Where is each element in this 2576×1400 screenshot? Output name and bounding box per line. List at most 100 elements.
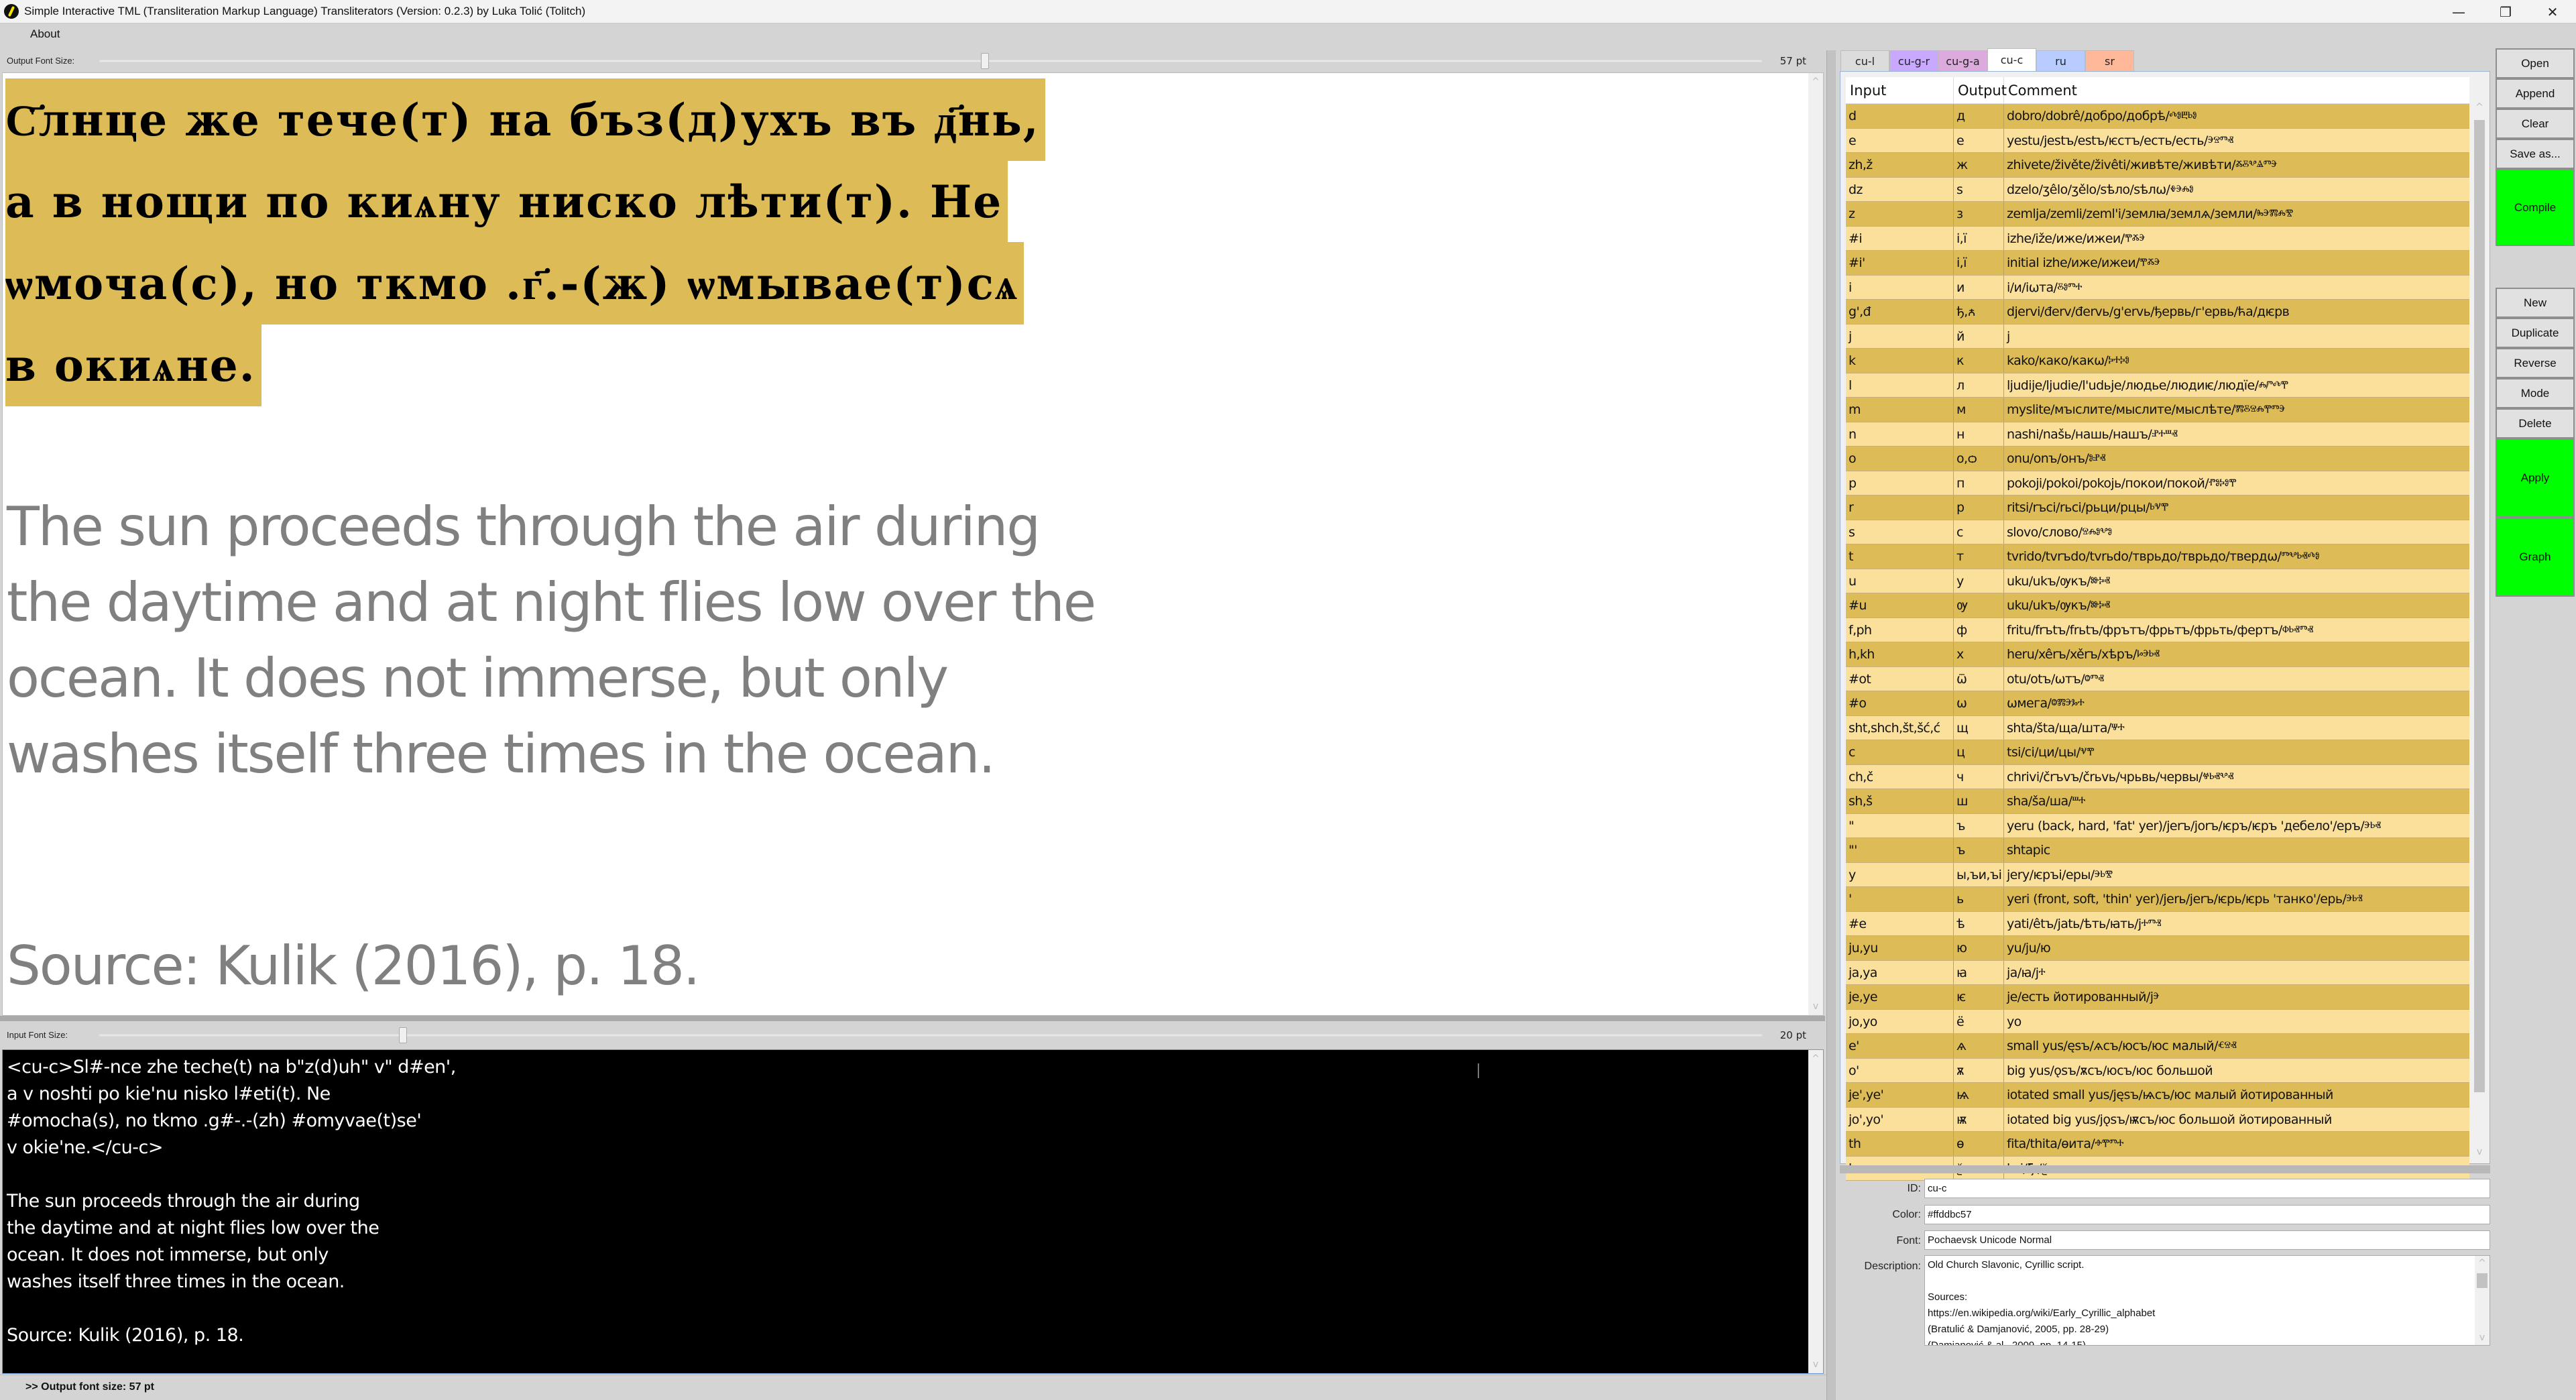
table-row[interactable]: #i' і,ї initial izhe/иже/ижеи/ⰹⰶⰵ (1846, 251, 2469, 276)
scroll-down-icon[interactable]: v (1808, 999, 1823, 1014)
cell-output[interactable]: ѕ (1954, 177, 2004, 201)
cell-output[interactable]: ш (1954, 789, 2004, 813)
description-field[interactable]: Old Church Slavonic, Cyrillic script. So… (1924, 1255, 2490, 1346)
cell-comment[interactable]: iotated big yus/jǫsъ/ѭсъ/юс большой йоти… (2004, 1108, 2469, 1132)
table-row[interactable]: u у uku/ukъ/ѹкъ/ⱆⰽⱏ (1846, 569, 2469, 593)
cell-input[interactable]: ' (1846, 887, 1954, 911)
apply-button[interactable]: Apply (2496, 439, 2575, 518)
cell-output[interactable]: с (1954, 520, 2004, 544)
cell-input[interactable]: t (1846, 544, 1954, 569)
cell-input[interactable]: ja,ya (1846, 960, 1954, 984)
cell-output[interactable]: ъ (1954, 813, 2004, 837)
cell-comment[interactable]: slovo/слово/ⱄⰾⱁⰲⱁ (2004, 520, 2469, 544)
table-row[interactable]: " ъ yeru (back, hard, 'fat' yer)/jerъ/jorъ… (1846, 813, 2469, 838)
cell-comment[interactable]: jery/ѥръі/еры/ⰵⱃⰺ (2004, 863, 2469, 887)
cell-comment[interactable]: chrivi/črъvъ/črьvь/чрьвь/червы/ⱍⱃⱏⰲⱏ (2004, 765, 2469, 789)
cell-output[interactable]: м (1954, 398, 2004, 422)
cell-comment[interactable]: uku/ukъ/ѹкъ/ⱆⰽⱏ (2004, 569, 2469, 593)
cell-comment[interactable]: yo (2004, 1010, 2469, 1034)
table-row[interactable]: dz ѕ dzelo/ʒêlo/ʒělo/ѕѣло/ѕѣлѡ/ⰷⰵⰾⱁ (1846, 177, 2469, 202)
cell-output[interactable]: ю (1954, 936, 2004, 960)
cell-comment[interactable]: shta/šta/ща/шта/ⱋⰰ (2004, 716, 2469, 740)
cell-comment[interactable]: myslite/мъıслите/мыслите/мыслѣте/ⰿⰻⱄⰾⰹⱅⰵ (2004, 398, 2469, 422)
cell-input[interactable]: p (1846, 471, 1954, 495)
cell-comment[interactable]: onu/onъ/онъ/ⱁⱀⱏ (2004, 447, 2469, 471)
cell-output[interactable]: ѹ (1954, 593, 2004, 618)
output-font-size-slider[interactable] (99, 53, 1762, 69)
table-row[interactable]: e' ѧ small yus/ęsъ/ѧсъ/юсъ/юс малый/ⱔⱄⱏ (1846, 1034, 2469, 1059)
cell-comment[interactable]: kako/како/какѡ/ⰽⰰⰽⱁ (2004, 349, 2469, 373)
duplicate-button[interactable]: Duplicate (2496, 318, 2575, 348)
table-row[interactable]: o' ѫ big yus/ǫsъ/ѫсъ/юсъ/юс большой (1846, 1058, 2469, 1083)
cell-input[interactable]: jo',yo' (1846, 1107, 1954, 1131)
cell-output[interactable]: ѭ (1954, 1107, 2004, 1131)
cell-input[interactable]: jo,yo (1846, 1009, 1954, 1033)
output-font-size-slider-thumb[interactable] (981, 53, 990, 69)
table-row[interactable]: #u ѹ uku/ukъ/ѹкъ/ⱆⰽⱏ (1846, 593, 2469, 618)
table-row[interactable]: l л ljudije/ljudie/l'udьje/людье/людиѥ/люд… (1846, 373, 2469, 398)
cell-comment[interactable]: zhivete/živěte/živêti/живѣте/живѣти/ⰶⰻⰲⱑ… (2004, 153, 2469, 177)
horizontal-splitter[interactable] (0, 1016, 1825, 1021)
cell-output[interactable]: п (1954, 471, 2004, 495)
scroll-up-icon[interactable]: ^ (1808, 1051, 1823, 1066)
cell-comment[interactable]: dobro/dobrê/добро/добрѣ/ⰴⱁⰱⱃⱁ (2004, 104, 2469, 128)
table-row[interactable]: #i і,ї izhe/iže/иже/ижеи/ⰹⰶⰵ (1846, 226, 2469, 251)
scroll-up-icon[interactable]: ^ (2472, 100, 2487, 115)
cell-output[interactable]: ѥ (1954, 985, 2004, 1009)
cell-input[interactable]: e (1846, 128, 1954, 152)
table-row[interactable]: ju,yu ю yu/ju/ю (1846, 936, 2469, 961)
cell-comment[interactable]: ѡмега/ⱉⰿⰵⰳⰰ (2004, 691, 2469, 715)
append-button[interactable]: Append (2496, 78, 2575, 109)
table-row[interactable]: ch,č ч chrivi/črъvъ/črьvь/чрьвь/червы/ⱍⱃⱏⰲ… (1846, 764, 2469, 789)
cell-input[interactable]: h,kh (1846, 642, 1954, 666)
cell-output[interactable]: і,ї (1954, 226, 2004, 250)
cell-comment[interactable]: yu/ju/ю (2004, 936, 2469, 960)
table-row[interactable]: z з zemlja/zemli/zeml'i/землꙗ/землѧ/земли/… (1846, 202, 2469, 227)
cell-output[interactable]: ѫ (1954, 1058, 2004, 1082)
table-row[interactable]: h,kh х heru/xêrъ/xěrъ/хѣръ/ⱈⰵⱃⱏ (1846, 642, 2469, 667)
cell-input[interactable]: n (1846, 422, 1954, 446)
table-row[interactable]: je,ye ѥ je/есть йотированный/jⰵ (1846, 985, 2469, 1010)
cell-input[interactable]: u (1846, 569, 1954, 593)
cell-comment[interactable]: iotated small yus/jęsъ/ѩсъ/юс малый йоти… (2004, 1083, 2469, 1107)
table-row[interactable]: f,ph ф fritu/frъtъ/frьtъ/фрътъ/фрьтъ/фрьть… (1846, 618, 2469, 642)
table-row[interactable]: i и i/и/iωта/ⰻⱁⱅⰰ (1846, 275, 2469, 300)
table-row[interactable]: jo,yo ё yo (1846, 1009, 2469, 1034)
cell-comment[interactable]: djervi/đerv/đervь/g'ervь/ђервь/г'ервь/ћа… (2004, 300, 2469, 324)
cell-output[interactable]: ѧ (1954, 1034, 2004, 1058)
cell-input[interactable]: d (1846, 104, 1954, 128)
tab-cu-g-a[interactable]: cu-g-a (1938, 50, 1987, 71)
cell-comment[interactable]: i/и/iωта/ⰻⱁⱅⰰ (2004, 276, 2469, 300)
cell-input[interactable]: ch,č (1846, 764, 1954, 789)
cell-output[interactable]: л (1954, 373, 2004, 397)
scroll-down-icon[interactable]: v (1808, 1357, 1823, 1372)
cell-output[interactable]: з (1954, 202, 2004, 226)
cell-output[interactable]: ѿ (1954, 666, 2004, 691)
scroll-down-icon[interactable]: v (2475, 1330, 2490, 1345)
cell-input[interactable]: #i' (1846, 251, 1954, 275)
table-row[interactable]: r р ritsi/rъci/rьci/рьци/рцы/ⱃⱌⰹ (1846, 495, 2469, 520)
cell-comment[interactable]: sha/ša/ша/ⱎⰰ (2004, 789, 2469, 813)
cell-comment[interactable]: j (2004, 325, 2469, 349)
table-row[interactable]: #e ѣ yati/êtъ/jatь/ѣть/ꙗть/jⰰⱅⱐ (1846, 911, 2469, 936)
cell-comment[interactable]: fritu/frъtъ/frьtъ/фрътъ/фрьтъ/фрьть/ферт… (2004, 618, 2469, 642)
scroll-up-icon[interactable]: ^ (2475, 1256, 2490, 1271)
input-editor[interactable]: <cu-c>Sl#-nce zhe teche(t) na b"z(d)uh" … (2, 1049, 1824, 1374)
cell-comment[interactable]: heru/xêrъ/xěrъ/хѣръ/ⱈⰵⱃⱏ (2004, 642, 2469, 666)
tab-cu-g-r[interactable]: cu-g-r (1889, 50, 1938, 71)
cell-output[interactable]: д (1954, 104, 2004, 128)
cell-input[interactable]: j (1846, 324, 1954, 348)
cell-input[interactable]: #i (1846, 226, 1954, 250)
cell-output[interactable]: н (1954, 422, 2004, 446)
cell-output[interactable]: р (1954, 495, 2004, 520)
cell-output[interactable]: ц (1954, 740, 2004, 764)
tab-cu-l[interactable]: cu-l (1840, 50, 1889, 71)
description-scrollbar-thumb[interactable] (2477, 1273, 2487, 1288)
cell-output[interactable]: у (1954, 569, 2004, 593)
cell-output[interactable]: ф (1954, 618, 2004, 642)
cell-output[interactable]: к (1954, 349, 2004, 373)
cell-comment[interactable]: ljudije/ljudie/l'udьje/людье/людиѥ/людїе… (2004, 373, 2469, 398)
cell-input[interactable]: z (1846, 202, 1954, 226)
clear-button[interactable]: Clear (2496, 109, 2575, 139)
cell-input[interactable]: l (1846, 373, 1954, 397)
